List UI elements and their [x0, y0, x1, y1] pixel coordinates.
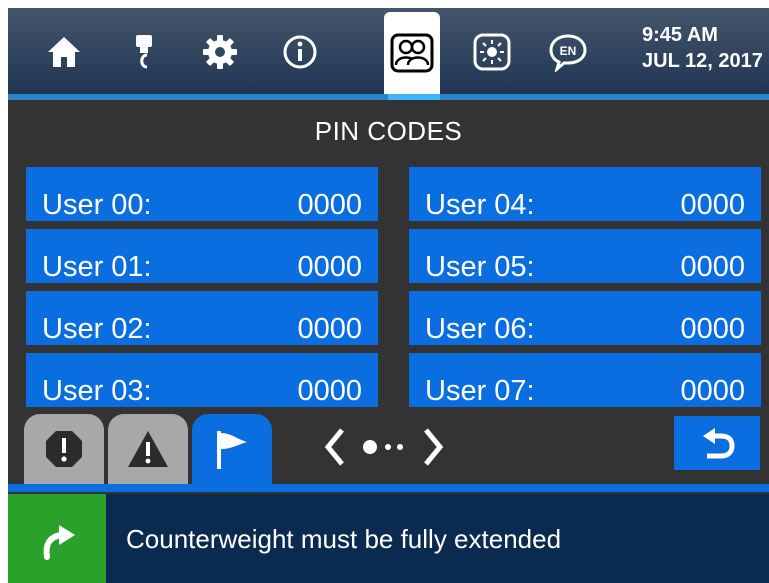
- settings-button[interactable]: [198, 30, 242, 74]
- pin-row-user-05[interactable]: User 05: 0000: [409, 229, 761, 283]
- page-dot-active: [363, 440, 377, 454]
- pin-user-label: User 06:: [425, 313, 535, 345]
- turn-arrow-icon: [43, 524, 75, 560]
- pin-row-user-03[interactable]: User 03: 0000: [26, 353, 378, 407]
- clock: 9:45 AM JUL 12, 2017: [642, 22, 763, 74]
- tab-baseline: [8, 484, 769, 492]
- brightness-icon: [473, 33, 511, 71]
- pin-code-value: 0000: [297, 375, 362, 407]
- chevron-left-icon: [324, 428, 344, 466]
- page-title: PIN CODES: [314, 116, 463, 146]
- home-button[interactable]: [42, 30, 86, 74]
- users-icon: [390, 33, 434, 73]
- pin-row-user-06[interactable]: User 06: 0000: [409, 291, 761, 345]
- language-label: EN: [560, 44, 577, 58]
- pin-user-label: User 03:: [42, 375, 152, 407]
- pin-user-label: User 02:: [42, 313, 152, 345]
- pin-user-label: User 04:: [425, 189, 535, 221]
- chevron-right-icon: [424, 428, 444, 466]
- pin-user-label: User 00:: [42, 189, 152, 221]
- pin-code-value: 0000: [297, 313, 362, 345]
- warning-icon: [128, 431, 168, 467]
- info-icon: [283, 35, 317, 69]
- tab-warnings[interactable]: [108, 414, 188, 484]
- bottom-tab-bar: [8, 406, 769, 492]
- page-dot: [397, 444, 403, 450]
- pin-row-user-02[interactable]: User 02: 0000: [26, 291, 378, 345]
- pin-user-label: User 07:: [425, 375, 535, 407]
- tool-icon: [136, 35, 152, 69]
- pin-code-value: 0000: [680, 251, 745, 283]
- flag-icon: [217, 431, 247, 469]
- pin-row-user-01[interactable]: User 01: 0000: [26, 229, 378, 283]
- screen: EN 9:45 AM JUL 12, 2017 PIN CODES User 0…: [8, 8, 769, 583]
- back-arrow-icon: [703, 428, 735, 459]
- pin-code-value: 0000: [297, 251, 362, 283]
- gear-icon: [203, 35, 237, 69]
- active-nav-indicator: [388, 94, 440, 100]
- date-text: JUL 12, 2017: [642, 50, 763, 72]
- alarm-icon: [46, 431, 82, 467]
- pin-code-value: 0000: [680, 189, 745, 221]
- status-bar: Counterweight must be fully extended: [8, 494, 769, 583]
- pin-code-value: 0000: [680, 313, 745, 345]
- brightness-button[interactable]: [470, 30, 514, 74]
- language-button[interactable]: EN: [546, 30, 590, 74]
- time-text: 9:45 AM: [642, 24, 718, 46]
- home-icon: [48, 37, 80, 67]
- language-icon: EN: [549, 34, 587, 72]
- status-message: Counterweight must be fully extended: [126, 524, 562, 554]
- pin-user-label: User 01:: [42, 251, 152, 283]
- pin-row-user-00[interactable]: User 00: 0000: [26, 167, 378, 221]
- pin-code-value: 0000: [680, 375, 745, 407]
- pager-graphic: [324, 428, 444, 466]
- tab-alarms[interactable]: [24, 414, 104, 484]
- page-dot: [385, 444, 391, 450]
- pin-user-label: User 05:: [425, 251, 535, 283]
- page-indicator[interactable]: [320, 422, 450, 472]
- users-button[interactable]: [384, 12, 440, 94]
- top-nav-bar: EN 9:45 AM JUL 12, 2017: [8, 8, 769, 94]
- status-icon-box: [8, 494, 106, 583]
- tab-flags[interactable]: [192, 414, 272, 484]
- info-button[interactable]: [278, 30, 322, 74]
- tool-button[interactable]: [122, 30, 166, 74]
- pin-code-value: 0000: [297, 189, 362, 221]
- pin-row-user-07[interactable]: User 07: 0000: [409, 353, 761, 407]
- back-button[interactable]: [674, 416, 760, 470]
- pin-row-user-04[interactable]: User 04: 0000: [409, 167, 761, 221]
